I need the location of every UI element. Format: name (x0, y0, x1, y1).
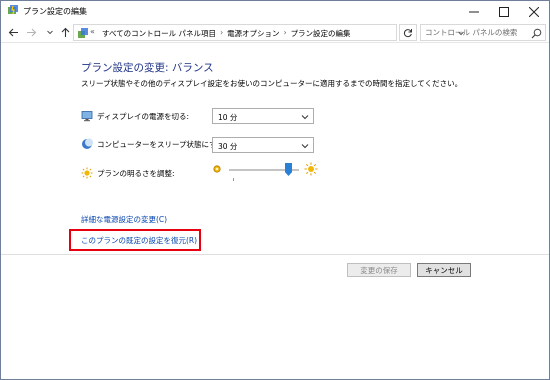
chevron-down-icon (301, 113, 309, 121)
navigation-bar: « すべてのコントロール パネル項目 › 電源オプション › プラン設定の編集 (1, 22, 549, 43)
search-icon[interactable] (531, 28, 542, 39)
footer-divider (1, 254, 549, 255)
bright-sun-icon (304, 162, 318, 176)
save-changes-button[interactable]: 変更の保存 (347, 263, 411, 277)
breadcrumb-all-control-panel-items[interactable]: すべてのコントロール パネル項目 (102, 28, 216, 39)
up-arrow-icon[interactable] (59, 26, 71, 38)
back-arrow-icon[interactable] (7, 26, 19, 38)
search-box[interactable] (420, 24, 546, 41)
brightness-label: プランの明るさを調整: (97, 169, 175, 178)
breadcrumb: すべてのコントロール パネル項目 › 電源オプション › プラン設定の編集 (102, 28, 351, 39)
brightness-slider[interactable] (212, 161, 318, 185)
power-options-icon (7, 4, 19, 16)
minimize-button[interactable] (459, 1, 489, 22)
sleep-select[interactable]: 30 分 (212, 137, 314, 153)
sleep-moon-icon (81, 138, 93, 150)
sleep-label: コンピューターをスリープ状態にする: (97, 140, 227, 149)
refresh-icon (403, 28, 412, 37)
sun-icon (81, 167, 93, 179)
refresh-button[interactable] (399, 24, 417, 41)
chevron-right-icon[interactable]: › (284, 28, 287, 39)
slider-thumb[interactable] (285, 163, 292, 176)
recent-locations-chevron-icon[interactable] (44, 26, 56, 38)
chevron-down-icon (301, 142, 309, 150)
monitor-icon (81, 110, 93, 122)
advanced-power-settings-link[interactable]: 詳細な電源設定の変更(C) (81, 214, 167, 225)
title-bar: プラン設定の編集 (1, 1, 549, 22)
display-off-value: 10 分 (218, 113, 238, 122)
breadcrumb-edit-plan-settings[interactable]: プラン設定の編集 (291, 28, 351, 39)
dim-sun-icon (212, 164, 222, 174)
cancel-button[interactable]: キャンセル (417, 263, 471, 277)
edit-plan-settings-window: プラン設定の編集 « すべてのコントロール パネル項目 › 電源オプション › … (0, 0, 550, 380)
maximize-button[interactable] (489, 1, 519, 22)
close-button[interactable] (519, 1, 549, 22)
slider-tick (233, 178, 234, 181)
highlight-annotation-box (69, 229, 201, 251)
search-input[interactable] (425, 28, 529, 37)
address-root-chevron[interactable]: « (90, 27, 95, 36)
control-panel-icon (77, 27, 89, 39)
window-title: プラン設定の編集 (23, 7, 87, 16)
breadcrumb-power-options[interactable]: 電源オプション (227, 28, 280, 39)
sleep-value: 30 分 (218, 142, 238, 151)
address-bar[interactable]: « すべてのコントロール パネル項目 › 電源オプション › プラン設定の編集 (73, 24, 464, 41)
display-off-select[interactable]: 10 分 (212, 108, 314, 124)
display-off-label: ディスプレイの電源を切る: (97, 112, 190, 121)
chevron-right-icon[interactable]: › (220, 28, 223, 39)
forward-arrow-icon[interactable] (25, 26, 37, 38)
page-title: プラン設定の変更: バランス (81, 62, 214, 74)
page-description: スリープ状態やその他のディスプレイ設定をお使いのコンピューターに適用するまでの時… (81, 79, 463, 88)
